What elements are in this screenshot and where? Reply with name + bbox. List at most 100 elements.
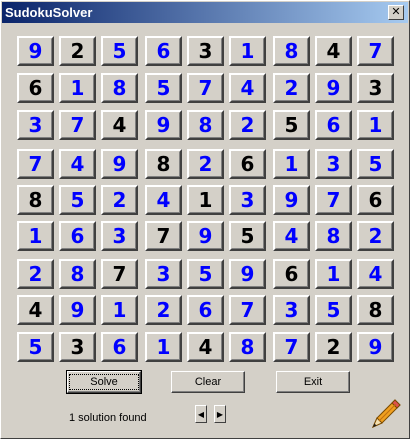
sudoku-cell[interactable]: 3 <box>315 149 352 179</box>
clear-button[interactable]: Clear <box>171 371 245 393</box>
sudoku-cell[interactable]: 2 <box>357 221 394 251</box>
sudoku-cell[interactable]: 3 <box>145 259 182 289</box>
sudoku-cell[interactable]: 2 <box>145 295 182 325</box>
sudoku-cell[interactable]: 9 <box>273 185 310 215</box>
sudoku-cell[interactable]: 7 <box>229 295 266 325</box>
exit-button[interactable]: Exit <box>276 371 350 393</box>
sudoku-cell[interactable]: 8 <box>145 149 182 179</box>
sudoku-cell[interactable]: 9 <box>101 149 138 179</box>
sudoku-cell[interactable]: 9 <box>145 110 182 140</box>
sudoku-cell[interactable]: 5 <box>229 221 266 251</box>
solved-digit: 1 <box>112 298 127 322</box>
sudoku-cell[interactable]: 9 <box>315 73 352 103</box>
solved-digit: 5 <box>112 39 127 63</box>
sudoku-cell[interactable]: 4 <box>187 332 224 362</box>
sudoku-cell[interactable]: 7 <box>17 149 54 179</box>
sudoku-cell[interactable]: 2 <box>273 73 310 103</box>
sudoku-cell[interactable]: 4 <box>357 259 394 289</box>
sudoku-cell[interactable]: 1 <box>17 221 54 251</box>
sudoku-cell[interactable]: 4 <box>101 110 138 140</box>
given-digit: 4 <box>28 298 43 322</box>
sudoku-cell[interactable]: 9 <box>17 36 54 66</box>
sudoku-cell[interactable]: 5 <box>59 185 96 215</box>
sudoku-cell[interactable]: 2 <box>187 149 224 179</box>
sudoku-cell[interactable]: 9 <box>357 332 394 362</box>
sudoku-cell[interactable]: 7 <box>101 259 138 289</box>
solved-digit: 7 <box>326 188 341 212</box>
solved-digit: 2 <box>284 76 299 100</box>
sudoku-cell[interactable]: 2 <box>229 110 266 140</box>
sudoku-cell[interactable]: 7 <box>273 332 310 362</box>
sudoku-cell[interactable]: 8 <box>273 36 310 66</box>
solved-digit: 3 <box>326 152 341 176</box>
sudoku-cell[interactable]: 2 <box>17 259 54 289</box>
sudoku-cell[interactable]: 5 <box>101 36 138 66</box>
sudoku-cell[interactable]: 4 <box>229 73 266 103</box>
sudoku-cell[interactable]: 6 <box>17 73 54 103</box>
sudoku-cell[interactable]: 6 <box>273 259 310 289</box>
sudoku-cell[interactable]: 4 <box>145 185 182 215</box>
sudoku-cell[interactable]: 3 <box>273 295 310 325</box>
sudoku-cell[interactable]: 8 <box>315 221 352 251</box>
solve-button[interactable]: Solve <box>66 370 142 394</box>
sudoku-cell[interactable]: 1 <box>273 149 310 179</box>
given-digit: 6 <box>28 76 43 100</box>
sudoku-cell[interactable]: 7 <box>145 221 182 251</box>
sudoku-cell[interactable]: 9 <box>187 221 224 251</box>
sudoku-cell[interactable]: 6 <box>187 295 224 325</box>
sudoku-cell[interactable]: 8 <box>187 110 224 140</box>
sudoku-cell[interactable]: 6 <box>59 221 96 251</box>
sudoku-cell[interactable]: 1 <box>187 185 224 215</box>
sudoku-cell[interactable]: 3 <box>17 110 54 140</box>
solved-digit: 6 <box>112 335 127 359</box>
prev-solution-button[interactable]: ◀ <box>195 405 207 423</box>
pencil-icon[interactable] <box>369 397 403 431</box>
sudoku-cell[interactable]: 1 <box>357 110 394 140</box>
sudoku-cell[interactable]: 6 <box>357 185 394 215</box>
solved-digit: 2 <box>240 113 255 137</box>
sudoku-cell[interactable]: 1 <box>145 332 182 362</box>
close-button[interactable]: ✕ <box>388 5 404 20</box>
sudoku-cell[interactable]: 3 <box>357 73 394 103</box>
sudoku-cell[interactable]: 1 <box>59 73 96 103</box>
sudoku-cell[interactable]: 5 <box>187 259 224 289</box>
next-solution-button[interactable]: ▶ <box>214 405 226 423</box>
sudoku-cell[interactable]: 4 <box>17 295 54 325</box>
sudoku-cell[interactable]: 6 <box>315 110 352 140</box>
sudoku-cell[interactable]: 8 <box>357 295 394 325</box>
sudoku-cell[interactable]: 4 <box>315 36 352 66</box>
sudoku-cell[interactable]: 9 <box>229 259 266 289</box>
sudoku-cell[interactable]: 5 <box>315 295 352 325</box>
sudoku-cell[interactable]: 8 <box>229 332 266 362</box>
sudoku-cell[interactable]: 1 <box>229 36 266 66</box>
sudoku-cell[interactable]: 4 <box>59 149 96 179</box>
sudoku-cell[interactable]: 2 <box>101 185 138 215</box>
sudoku-cell[interactable]: 2 <box>59 36 96 66</box>
sudoku-cell[interactable]: 7 <box>59 110 96 140</box>
sudoku-cell[interactable]: 4 <box>273 221 310 251</box>
sudoku-cell[interactable]: 8 <box>101 73 138 103</box>
sudoku-cell[interactable]: 6 <box>229 149 266 179</box>
sudoku-cell[interactable]: 6 <box>101 332 138 362</box>
sudoku-cell[interactable]: 2 <box>315 332 352 362</box>
title-bar[interactable]: SudokuSolver ✕ <box>2 2 408 23</box>
sudoku-cell[interactable]: 5 <box>357 149 394 179</box>
sudoku-cell[interactable]: 8 <box>59 259 96 289</box>
sudoku-cell[interactable]: 6 <box>145 36 182 66</box>
sudoku-cell[interactable]: 5 <box>17 332 54 362</box>
sudoku-cell[interactable]: 8 <box>17 185 54 215</box>
solved-digit: 6 <box>70 224 85 248</box>
sudoku-cell[interactable]: 7 <box>187 73 224 103</box>
sudoku-cell[interactable]: 1 <box>315 259 352 289</box>
sudoku-cell[interactable]: 7 <box>357 36 394 66</box>
sudoku-cell[interactable]: 9 <box>59 295 96 325</box>
sudoku-cell[interactable]: 3 <box>59 332 96 362</box>
sudoku-cell[interactable]: 3 <box>101 221 138 251</box>
sudoku-cell[interactable]: 5 <box>273 110 310 140</box>
sudoku-cell[interactable]: 3 <box>187 36 224 66</box>
sudoku-cell[interactable]: 1 <box>101 295 138 325</box>
sudoku-cell[interactable]: 7 <box>315 185 352 215</box>
sudoku-cell[interactable]: 5 <box>145 73 182 103</box>
solved-digit: 7 <box>284 335 299 359</box>
sudoku-cell[interactable]: 3 <box>229 185 266 215</box>
